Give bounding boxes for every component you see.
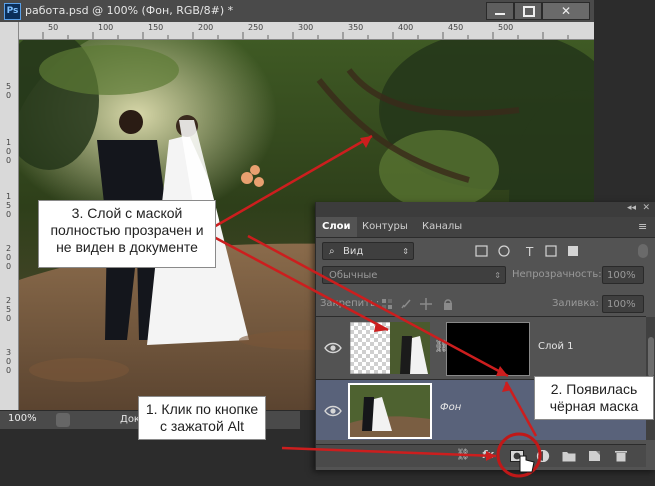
arrow-to-mask (247, 234, 509, 378)
hand-cursor-icon (519, 455, 535, 473)
arrow-to-canvas (211, 134, 373, 230)
arrowhead (486, 451, 496, 461)
arrow-to-mask-button (281, 446, 497, 458)
highlight-circle (496, 432, 542, 478)
arrow-to-layer-thumb (211, 234, 389, 332)
callout-3: 3. Слой с маской полностью прозрачен и н… (38, 200, 216, 268)
callout-1: 1. Клик по кнопке с зажатой Alt (138, 396, 266, 440)
callout-2: 2. Появилась чёрная маска (534, 376, 654, 420)
arrowhead (374, 322, 388, 332)
